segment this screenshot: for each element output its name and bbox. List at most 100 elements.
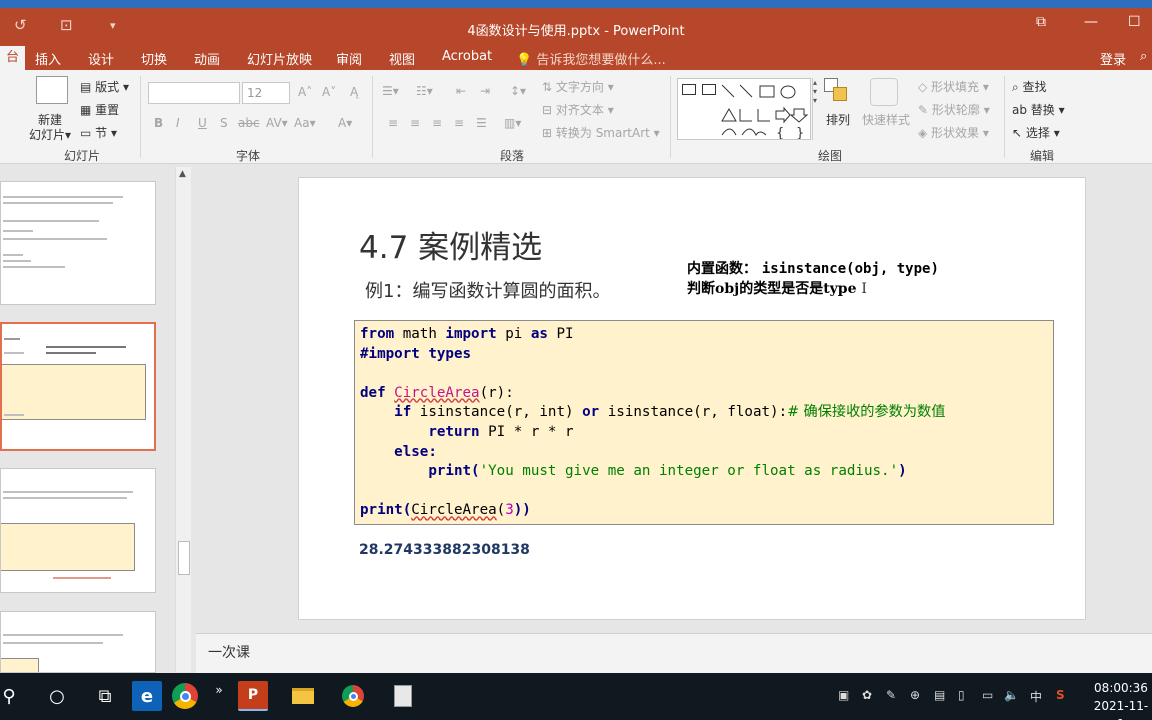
underline-icon[interactable]: U (198, 116, 207, 130)
slide-title[interactable]: 4.7 案例精选 (359, 222, 542, 267)
tell-me-search[interactable]: 💡 告诉我您想要做什么... (516, 49, 666, 68)
shape-fill-button[interactable]: ◇ 形状填充 ▾ (918, 78, 989, 95)
shapes-scroll[interactable]: ▴ ▾ ▾ (812, 78, 820, 140)
align-center-icon[interactable]: ≡ (410, 116, 420, 130)
output-text[interactable]: 28.274333882308138 (359, 542, 530, 558)
tray-pen-icon[interactable]: ✎ (886, 688, 896, 702)
minimize-icon[interactable]: — (1084, 14, 1098, 30)
login-link[interactable]: 登录 (1100, 49, 1126, 68)
select-button[interactable]: ↖ 选择 ▾ (1012, 124, 1060, 141)
tab-design[interactable]: 设计 (88, 49, 114, 68)
scroll-thumb[interactable] (178, 541, 190, 575)
tray-network-icon[interactable]: ⊕ (910, 688, 920, 702)
align-right-icon[interactable]: ≡ (432, 116, 442, 130)
new-slide-icon[interactable] (36, 76, 68, 104)
smartart-button[interactable]: ⊞ 转换为 SmartArt ▾ (542, 124, 660, 141)
slide-thumbnail-selected[interactable] (0, 322, 156, 451)
tab-animations[interactable]: 动画 (194, 49, 220, 68)
textbox-shape-icon[interactable] (682, 84, 696, 95)
shape-effects-button[interactable]: ◈ 形状效果 ▾ (918, 124, 989, 141)
shape-outline-button[interactable]: ✎ 形状轮廓 ▾ (918, 101, 990, 118)
font-name-combo[interactable] (148, 82, 240, 104)
tray-mic-icon[interactable]: ▯ (958, 688, 965, 702)
tab-review[interactable]: 审阅 (336, 49, 362, 68)
layout-button[interactable]: ▤ 版式 ▾ (80, 78, 129, 95)
system-clock[interactable]: 08:00:36 2021-11-1 (1090, 679, 1152, 720)
note-line-1[interactable]: 内置函数： isinstance(obj, type) (687, 258, 939, 278)
replace-button[interactable]: ab 替换 ▾ (1012, 101, 1065, 118)
ime-icon[interactable]: 中 (1030, 688, 1042, 705)
code-token: or (582, 404, 600, 421)
distribute-icon[interactable]: ☰ (476, 116, 487, 130)
tab-view[interactable]: 视图 (389, 49, 415, 68)
justify-icon[interactable]: ≡ (454, 116, 464, 130)
slide-thumbnail[interactable] (0, 468, 156, 593)
shapes-gallery[interactable]: { } (677, 78, 811, 140)
arrange-button[interactable]: 排列 (826, 111, 850, 128)
shrink-font-icon[interactable]: A˅ (322, 85, 336, 99)
note-line-2[interactable]: 判断obj的类型是否是type I (687, 278, 867, 298)
new-slide-dropdown[interactable]: 幻灯片▾ (29, 126, 71, 143)
chrome-icon[interactable] (170, 681, 200, 711)
task-view-icon[interactable]: ⧉ (90, 681, 120, 711)
tray-monitor-icon[interactable]: ▭ (982, 688, 993, 702)
numbering-icon[interactable]: ☷▾ (416, 84, 433, 98)
tab-acrobat[interactable]: Acrobat (442, 49, 492, 64)
tray-flower-icon[interactable]: ✿ (862, 688, 872, 702)
align-left-icon[interactable]: ≡ (388, 116, 398, 130)
notes-pane[interactable]: 一次课 (196, 633, 1152, 673)
ribbon-display-icon[interactable]: ⧉ (1036, 14, 1046, 30)
reset-icon: ▦ (80, 103, 96, 117)
scroll-up-icon[interactable]: ▲ (179, 169, 186, 179)
strike-icon[interactable]: abc (238, 116, 260, 130)
thumbnail-scrollbar[interactable]: ▲ (175, 167, 191, 672)
align-text-button[interactable]: ⊟ 对齐文本 ▾ (542, 101, 614, 118)
reset-button[interactable]: ▦ 重置 (80, 101, 119, 118)
code-box[interactable]: from math import pi as PI #import types … (354, 320, 1054, 525)
slide-thumbnail[interactable] (0, 611, 156, 673)
file-explorer-icon[interactable] (288, 681, 318, 711)
app-icon[interactable] (388, 681, 418, 711)
example-text[interactable]: 例1：编写函数计算圆的面积。 (365, 277, 610, 303)
quick-styles-icon[interactable] (870, 78, 898, 106)
tab-home[interactable]: 台 (0, 46, 26, 70)
shadow-icon[interactable]: S (220, 116, 228, 130)
font-size-combo[interactable]: 12 (242, 82, 290, 104)
increase-indent-icon[interactable]: ⇥ (480, 84, 490, 98)
cortana-icon[interactable]: ○ (42, 681, 72, 711)
search-icon[interactable]: ⌕ (1140, 49, 1147, 64)
quick-styles-button[interactable]: 快速样式 (862, 111, 910, 128)
line-spacing-icon[interactable]: ↕▾ (510, 84, 526, 98)
section-button[interactable]: ▭ 节 ▾ (80, 124, 117, 141)
columns-icon[interactable]: ▥▾ (504, 116, 521, 130)
powerpoint-icon[interactable]: P (238, 681, 268, 711)
chrome-icon-2[interactable] (338, 681, 368, 711)
slide-canvas[interactable]: 4.7 案例精选 例1：编写函数计算圆的面积。 内置函数： isinstance… (298, 177, 1086, 620)
volume-icon[interactable]: 🔈 (1004, 688, 1019, 702)
edge-icon[interactable]: e (132, 681, 162, 711)
tray-window-icon[interactable]: ▤ (934, 688, 945, 702)
arrange-icon[interactable] (824, 78, 850, 104)
tray-app-icon[interactable]: ▣ (838, 688, 849, 702)
search-icon[interactable]: ⚲ (0, 681, 24, 711)
grow-font-icon[interactable]: A˄ (298, 85, 312, 99)
change-case-icon[interactable]: Aa▾ (294, 116, 316, 130)
clear-format-icon[interactable]: Ą (350, 85, 358, 99)
bold-icon[interactable]: B (154, 116, 163, 130)
text-direction-button[interactable]: ⇅ 文字方向 ▾ (542, 78, 614, 95)
find-button[interactable]: ⌕ 查找 (1012, 78, 1047, 95)
chevron-icon[interactable]: » (204, 675, 234, 705)
slide-thumbnail[interactable] (0, 181, 156, 305)
tab-transitions[interactable]: 切换 (141, 49, 167, 68)
bullets-icon[interactable]: ☰▾ (382, 84, 399, 98)
italic-icon[interactable]: I (176, 116, 180, 130)
decrease-indent-icon[interactable]: ⇤ (456, 84, 466, 98)
font-color-icon[interactable]: A▾ (338, 116, 352, 130)
tab-insert[interactable]: 插入 (35, 49, 61, 68)
maximize-icon[interactable]: ☐ (1128, 14, 1141, 30)
tab-slideshow[interactable]: 幻灯片放映 (247, 49, 312, 68)
sogou-icon[interactable]: S (1056, 688, 1065, 702)
spacing-icon[interactable]: AV▾ (266, 116, 288, 130)
separator (372, 76, 373, 158)
vtextbox-shape-icon[interactable] (702, 84, 716, 95)
